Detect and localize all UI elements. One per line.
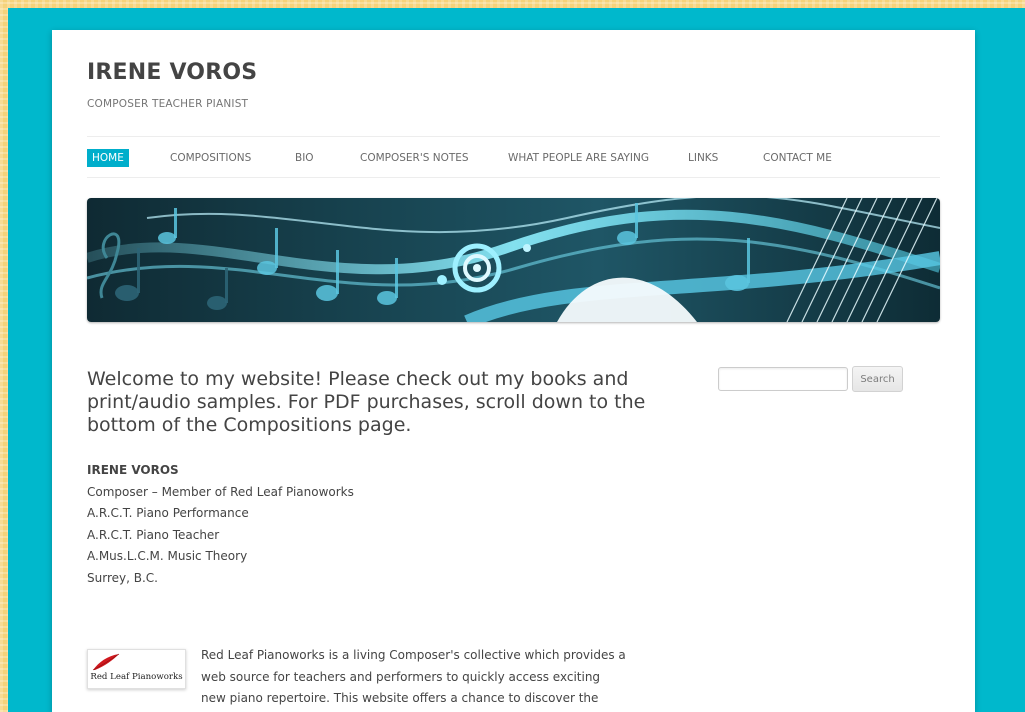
nav-item-compositions[interactable]: COMPOSITIONS [170, 149, 251, 167]
bio-block: IRENE VOROS Composer – Member of Red Lea… [87, 460, 354, 589]
logo-text: Red Leaf Pianoworks [90, 672, 183, 682]
music-notes-banner-graphic [87, 198, 940, 322]
nav-item-what-people-are-saying[interactable]: WHAT PEOPLE ARE SAYING [508, 149, 649, 167]
search-button[interactable]: Search [852, 366, 903, 392]
bio-line: Surrey, B.C. [87, 570, 158, 585]
nav-item-bio[interactable]: BIO [295, 149, 314, 167]
bio-line: A.Mus.L.C.M. Music Theory [87, 549, 248, 563]
nav-item-home[interactable]: HOME [87, 149, 129, 167]
bio-line: A.R.C.T. Piano Teacher [87, 527, 220, 542]
search-input[interactable] [718, 367, 848, 391]
site-description: COMPOSER TEACHER PIANIST [87, 98, 249, 110]
nav-item-contact-me[interactable]: CONTACT ME [763, 149, 832, 167]
site-title[interactable]: IRENE VOROS [87, 60, 257, 85]
bio-name: IRENE VOROS [87, 463, 179, 477]
bio-line: Composer – Member of Red Leaf Pianoworks [87, 484, 354, 499]
red-leaf-pianoworks-logo[interactable]: Red Leaf Pianoworks [87, 649, 186, 689]
red-leaf-paragraph: Red Leaf Pianoworks is a living Composer… [201, 648, 626, 705]
bio-line: A.R.C.T. Piano Performance [87, 506, 249, 520]
red-leaf-icon [92, 653, 120, 671]
header-banner-image [87, 198, 940, 322]
nav-item-composers-notes[interactable]: COMPOSER'S NOTES [360, 149, 469, 167]
page-container: IRENE VOROS COMPOSER TEACHER PIANIST HOM… [52, 30, 975, 712]
nav-item-links[interactable]: LINKS [688, 149, 718, 167]
welcome-heading: Welcome to my website! Please check out … [87, 368, 646, 436]
main-navigation: HOME COMPOSITIONS BIO COMPOSER'S NOTES W… [87, 136, 940, 178]
